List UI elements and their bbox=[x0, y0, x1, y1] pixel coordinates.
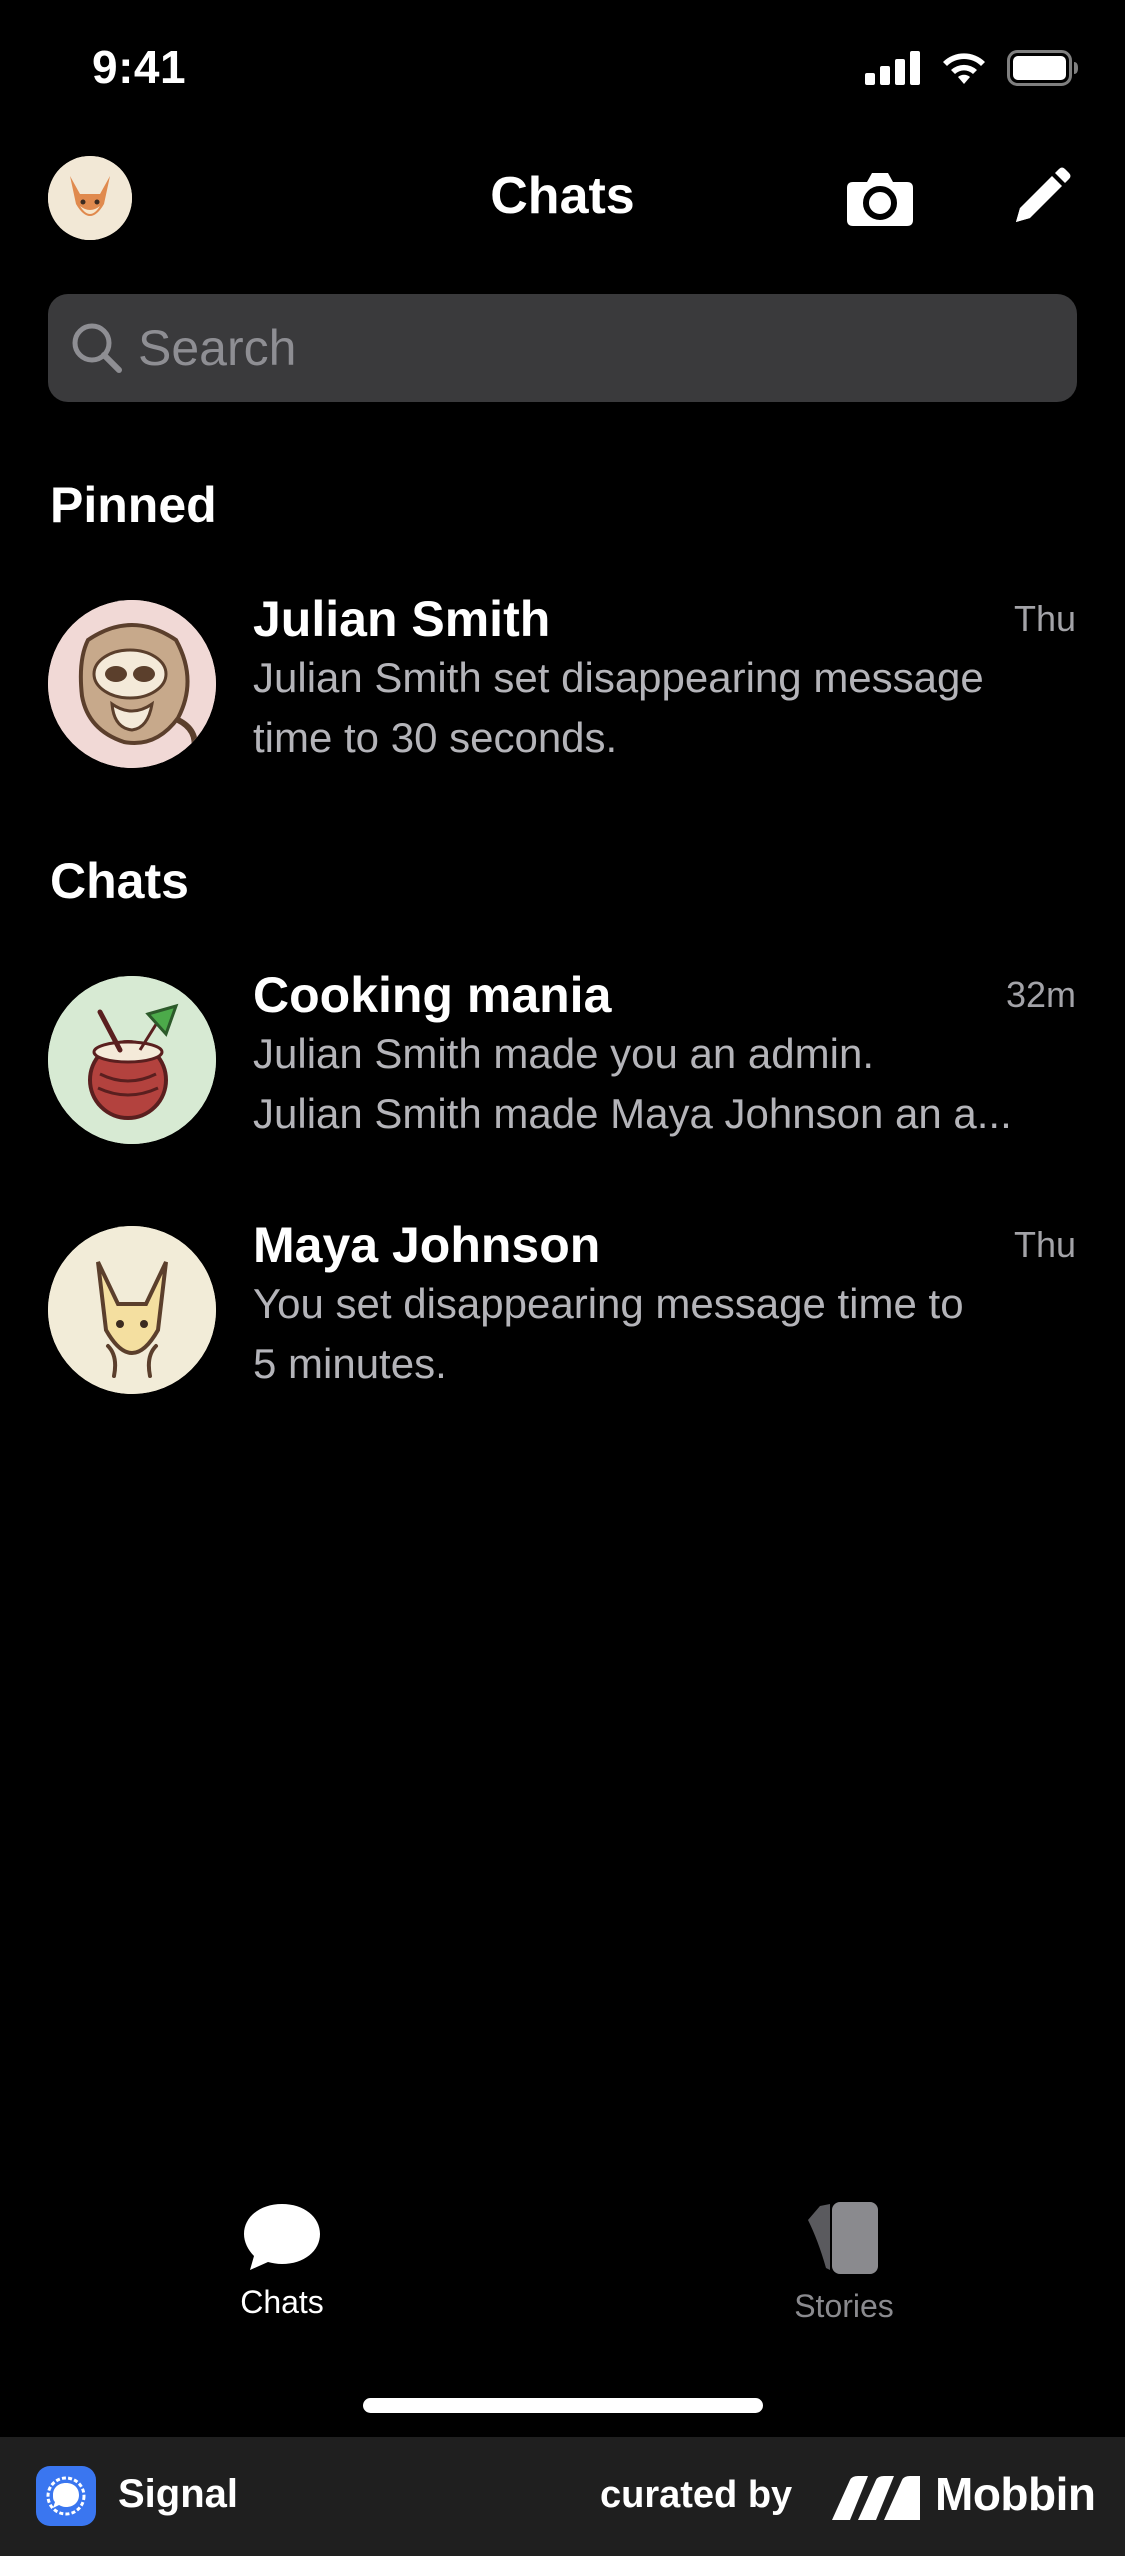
section-title-pinned: Pinned bbox=[50, 477, 217, 533]
camera-icon bbox=[847, 173, 913, 226]
avatar bbox=[48, 600, 216, 768]
search-icon bbox=[66, 317, 128, 379]
chat-message-line: Julian Smith made Maya Johnson an a... bbox=[253, 1090, 1012, 1137]
chat-row-maya-johnson[interactable]: Maya Johnson Thu You set disappearing me… bbox=[0, 1196, 1125, 1416]
chat-message-line: You set disappearing message time to bbox=[253, 1280, 964, 1327]
signal-logo-icon bbox=[36, 2466, 96, 2526]
chat-name: Cooking mania bbox=[253, 967, 612, 1023]
chat-message-line: time to 30 seconds. bbox=[253, 714, 618, 761]
home-indicator bbox=[363, 2398, 763, 2413]
brand-name: Mobbin bbox=[935, 2468, 1096, 2520]
sloth-avatar-icon bbox=[48, 600, 216, 768]
tab-stories[interactable]: Stories bbox=[734, 2200, 954, 2325]
tab-stories-label: Stories bbox=[794, 2288, 894, 2324]
chat-bubble-icon bbox=[244, 2204, 320, 2270]
tab-chats[interactable]: Chats bbox=[172, 2200, 392, 2321]
chat-name: Julian Smith bbox=[253, 591, 551, 647]
search-input[interactable] bbox=[128, 293, 1077, 403]
chat-row-cooking-mania[interactable]: Cooking mania 32m Julian Smith made you … bbox=[0, 946, 1125, 1166]
stories-icon bbox=[808, 2202, 878, 2274]
mobbin-logo-icon bbox=[832, 2476, 920, 2520]
curated-by-label: curated by bbox=[600, 2474, 793, 2516]
chat-message-line: Julian Smith made you an admin. bbox=[253, 1030, 874, 1077]
page-title: Chats bbox=[490, 167, 635, 225]
coconut-drink-avatar-icon bbox=[48, 976, 216, 1144]
wifi-icon bbox=[943, 53, 985, 84]
chat-time: Thu bbox=[1013, 1224, 1076, 1265]
battery-icon bbox=[1007, 50, 1078, 86]
avatar bbox=[48, 976, 216, 1144]
avatar bbox=[48, 1226, 216, 1394]
compose-button[interactable] bbox=[1000, 158, 1080, 238]
section-title-chats: Chats bbox=[50, 853, 189, 909]
tab-chats-label: Chats bbox=[240, 2284, 324, 2320]
chat-message-line: 5 minutes. bbox=[253, 1340, 447, 1387]
chat-name: Maya Johnson bbox=[253, 1217, 601, 1273]
status-time: 9:41 bbox=[92, 41, 187, 93]
chat-row-julian-smith[interactable]: Julian Smith Thu Julian Smith set disapp… bbox=[0, 570, 1125, 790]
camera-button[interactable] bbox=[840, 158, 920, 238]
pencil-icon bbox=[1016, 167, 1071, 222]
cellular-signal-icon bbox=[865, 51, 920, 85]
fox-avatar-icon bbox=[48, 1226, 216, 1394]
search-bar[interactable] bbox=[48, 293, 1077, 403]
status-icons bbox=[865, 50, 1079, 86]
chat-message-line: Julian Smith set disappearing message bbox=[253, 654, 984, 701]
chat-time: 32m bbox=[1005, 974, 1076, 1015]
app-name: Signal bbox=[118, 2472, 239, 2516]
chat-time: Thu bbox=[1013, 598, 1076, 639]
